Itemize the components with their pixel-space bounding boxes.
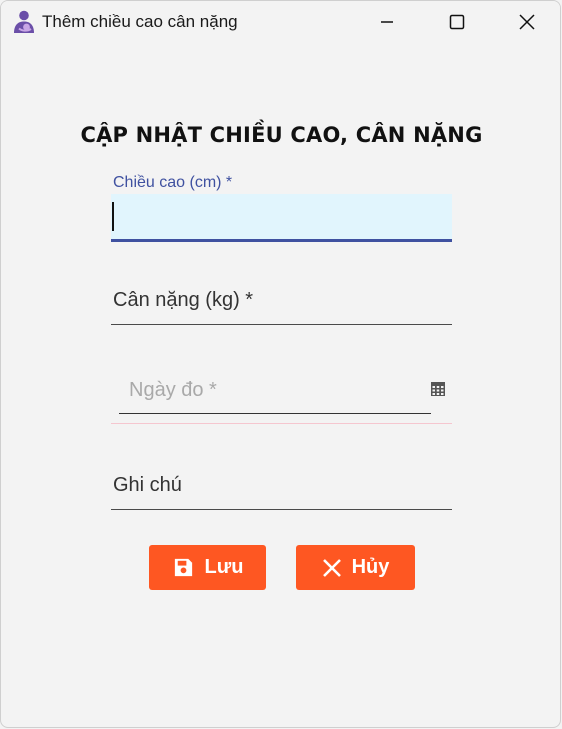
save-button[interactable]: Lưu xyxy=(149,545,266,590)
mother-baby-icon xyxy=(14,10,34,33)
calendar-icon[interactable] xyxy=(431,382,445,396)
note-input[interactable]: Ghi chú xyxy=(111,461,452,510)
date-field: Ngày đo * xyxy=(111,363,452,424)
minimize-icon xyxy=(381,21,393,23)
window-title: Thêm chiều cao cân nặng xyxy=(42,12,238,31)
weight-input[interactable]: Cân nặng (kg) * xyxy=(111,277,452,325)
maximize-icon xyxy=(449,14,465,30)
save-label: Lưu xyxy=(204,556,244,578)
close-button[interactable] xyxy=(504,1,550,43)
maximize-button[interactable] xyxy=(434,1,480,43)
height-label: Chiều cao (cm) * xyxy=(113,174,233,191)
text-caret xyxy=(112,202,114,231)
height-input[interactable] xyxy=(111,194,452,242)
save-icon xyxy=(174,558,192,577)
note-label: Ghi chú xyxy=(113,474,182,496)
date-placeholder: Ngày đo * xyxy=(129,379,217,401)
cancel-label: Hủy xyxy=(351,556,390,578)
app-window: Thêm chiều cao cân nặng CẬP NHẬT CHIỀU C… xyxy=(0,0,561,728)
weight-label: Cân nặng (kg) * xyxy=(113,289,254,311)
close-icon xyxy=(322,558,341,577)
minimize-button[interactable] xyxy=(364,1,410,43)
title-bar: Thêm chiều cao cân nặng xyxy=(1,1,560,43)
close-icon xyxy=(519,14,535,30)
form-title: CẬP NHẬT CHIỀU CAO, CÂN NẶNG xyxy=(80,123,483,147)
cancel-button[interactable]: Hủy xyxy=(296,545,415,590)
date-input[interactable]: Ngày đo * xyxy=(119,363,431,414)
